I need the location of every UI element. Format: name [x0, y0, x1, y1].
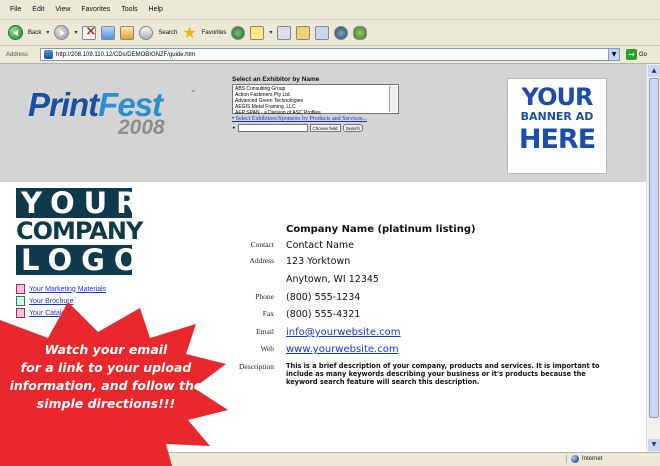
back-dropdown-icon[interactable]: ▾ — [46, 29, 49, 36]
bullet: • — [232, 124, 236, 132]
vertical-scrollbar[interactable]: ▲ ▼ — [646, 64, 660, 452]
search-icon[interactable] — [139, 25, 154, 40]
menu-edit[interactable]: Edit — [32, 6, 44, 13]
pdf-icon — [16, 284, 25, 294]
marketing-materials-link[interactable]: Your Marketing Materials — [16, 283, 176, 295]
history-icon[interactable] — [231, 25, 246, 40]
address-url[interactable]: http://208.109.110.12/CDs/DEMOBIGNZF/gui… — [56, 52, 195, 58]
description-text: This is a brief description of your comp… — [286, 362, 600, 386]
scroll-down-icon[interactable]: ▼ — [648, 439, 660, 451]
page-icon — [44, 50, 53, 59]
discuss-icon[interactable] — [315, 25, 330, 40]
banner-line-banner-ad: BANNER AD — [520, 110, 594, 123]
website-link[interactable]: www.yourwebsite.com — [286, 344, 399, 355]
messenger-icon[interactable] — [334, 25, 349, 40]
exhibitor-heading: Select an Exhibitor by Name — [232, 76, 320, 83]
address-line-1: 123 Yorktown — [286, 256, 351, 267]
exhibitor-listbox[interactable]: ABS Consulting Group Action Fasteners Pt… — [232, 84, 399, 116]
company-logo-your: YOUR — [16, 188, 139, 218]
address-dropdown-icon[interactable]: ▼ — [608, 49, 619, 60]
callout-text: Watch your email for a link to your uplo… — [0, 341, 212, 413]
exhibitor-option[interactable]: AEP SPAN - a Division of ASC Profiles — [235, 110, 385, 116]
go-button[interactable]: → Go — [626, 49, 647, 60]
scroll-up-icon[interactable]: ▲ — [648, 65, 660, 77]
msn-butterfly-icon[interactable] — [353, 25, 368, 40]
printfest-logo[interactable]: PrintFest ™ 2008 — [28, 86, 208, 146]
mail-icon[interactable] — [250, 25, 265, 40]
zone-label: Internet — [582, 456, 603, 462]
search-button[interactable]: Search — [342, 124, 363, 132]
address-input[interactable]: http://208.109.110.12/CDs/DEMOBIGNZF/gui… — [40, 48, 620, 61]
menu-file[interactable]: File — [10, 6, 21, 13]
callout-line-4: simple directions!!! — [36, 396, 176, 411]
contact-value: Contact Name — [286, 240, 355, 251]
callout-line-2: for a link to your upload — [20, 360, 192, 375]
address-line-2: Anytown, WI 12345 — [286, 274, 379, 285]
forward-icon[interactable] — [54, 25, 70, 40]
menu-view[interactable]: View — [55, 6, 70, 13]
forward-dropdown-icon[interactable]: ▾ — [74, 29, 77, 36]
address-bar: Address http://208.109.110.12/CDs/DEMOBI… — [0, 46, 660, 64]
site-header: PrintFest ™ 2008 Select an Exhibitor by … — [0, 64, 646, 182]
banner-ad[interactable]: YOUR BANNER AD HERE — [507, 78, 607, 174]
email-link[interactable]: info@yourwebsite.com — [286, 327, 401, 338]
listing-title: Company Name (platinum listing) — [286, 224, 476, 235]
go-label[interactable]: Go — [639, 52, 647, 58]
company-logo-logo: LOGO — [16, 245, 139, 275]
home-icon[interactable] — [120, 25, 135, 40]
stop-icon[interactable] — [82, 24, 97, 40]
favorites-star-icon[interactable]: ★ — [182, 24, 196, 40]
contact-label: Contact — [250, 240, 274, 249]
company-logo: YOUR COMPANY LOGO — [16, 188, 143, 275]
back-icon[interactable] — [8, 25, 23, 40]
menu-favorites[interactable]: Favorites — [81, 6, 110, 13]
phone-value: (800) 555-1234 — [286, 292, 361, 303]
refresh-icon[interactable] — [101, 25, 116, 40]
keyword-search-row: • Choose field Search — [232, 124, 414, 132]
mail-dropdown-icon[interactable]: ▾ — [269, 29, 272, 36]
edit-icon[interactable] — [296, 25, 311, 40]
products-services-link[interactable]: Select Exhibitors/Sponsors by Products a… — [232, 116, 414, 122]
keyword-search-input[interactable] — [237, 124, 308, 132]
company-logo-company: COMPANY — [16, 217, 143, 245]
exhibitor-search: Select an Exhibitor by Name ABS Consulti… — [232, 76, 414, 132]
field-select[interactable]: Choose field — [309, 124, 341, 132]
favorites-label[interactable]: Favorites — [202, 30, 227, 36]
scroll-thumb[interactable] — [649, 78, 659, 418]
internet-globe-icon — [571, 455, 579, 463]
callout-line-1: Watch your email — [44, 342, 168, 357]
logo-trademark: ™ — [191, 90, 196, 96]
marketing-materials-label[interactable]: Your Marketing Materials — [29, 286, 106, 293]
banner-line-here: HERE — [518, 124, 596, 155]
menu-bar: File Edit View Favorites Tools Help — [0, 0, 660, 20]
menu-tools[interactable]: Tools — [121, 6, 137, 13]
callout-line-3: information, and follow the — [9, 378, 203, 393]
listbox-scrollbar[interactable] — [389, 86, 397, 112]
back-label[interactable]: Back — [28, 30, 41, 36]
print-icon[interactable] — [277, 25, 292, 40]
go-arrow-icon[interactable]: → — [626, 49, 637, 60]
menu-help[interactable]: Help — [149, 6, 163, 13]
address-label-text: Address — [249, 256, 274, 265]
security-zone: Internet — [566, 455, 602, 463]
logo-year: 2008 — [118, 116, 165, 139]
browser-toolbar: Back ▾ ▾ Search ★ Favorites ▾ — [0, 20, 660, 46]
address-label: Address — [6, 51, 29, 58]
logo-word-print: Print — [28, 86, 99, 123]
banner-line-your: YOUR — [521, 83, 594, 111]
search-label[interactable]: Search — [158, 30, 177, 36]
fax-value: (800) 555-4321 — [286, 309, 361, 320]
